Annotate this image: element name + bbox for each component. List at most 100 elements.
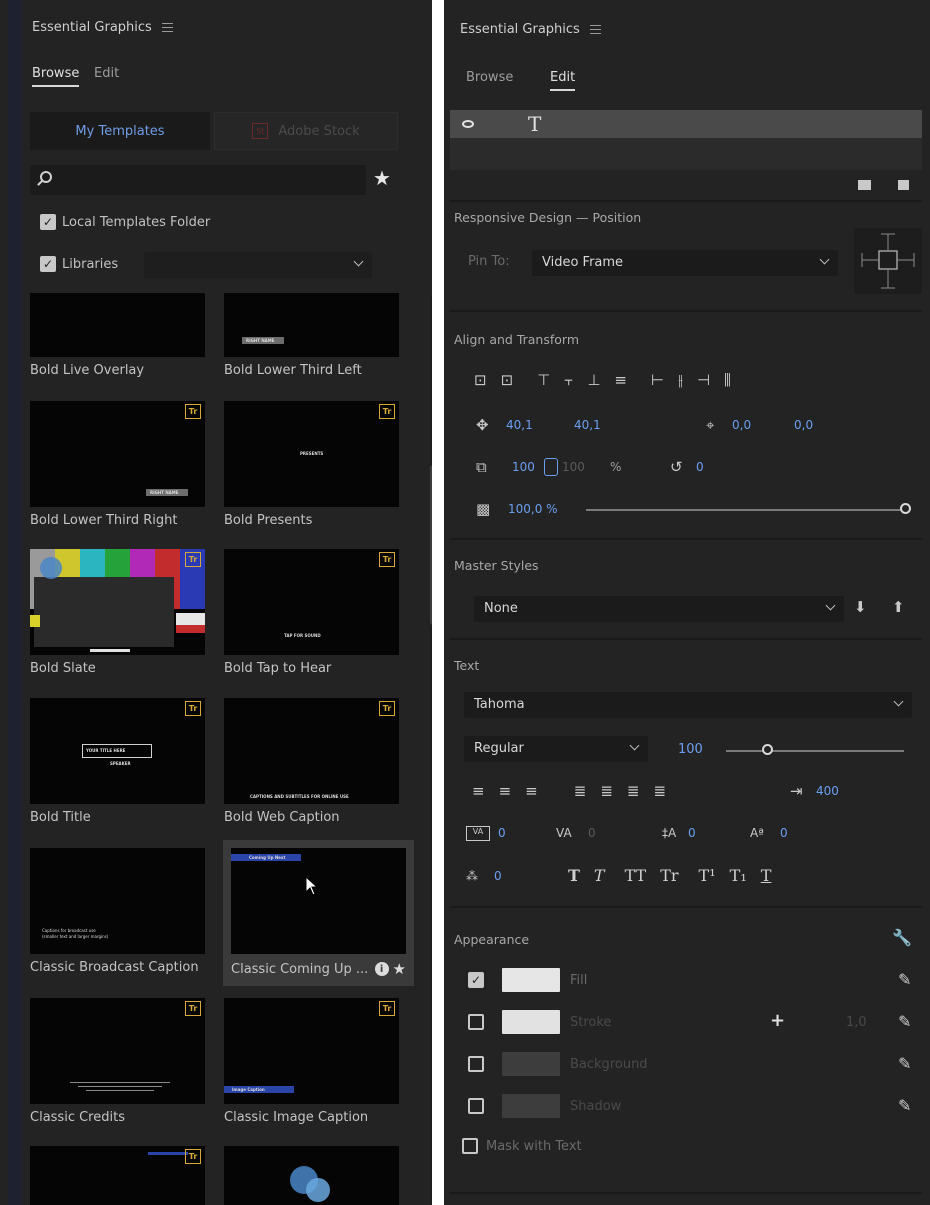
pin-position-widget[interactable] xyxy=(854,228,922,294)
libraries-checkbox[interactable]: ✓ xyxy=(40,256,56,272)
stroke-checkbox[interactable] xyxy=(468,1014,484,1030)
font-size-slider-knob[interactable] xyxy=(762,744,773,755)
template-tile[interactable]: Tr YOUR TITLE HERE SPEAKER Bold Title xyxy=(30,698,205,825)
anchor-x-value[interactable]: 0,0 xyxy=(732,418,794,432)
pin-to-dropdown[interactable]: Video Frame xyxy=(532,250,838,276)
align-left-icon[interactable]: ⊢ xyxy=(651,371,664,389)
template-tile[interactable]: Tr xyxy=(30,1146,205,1205)
mask-with-text-checkbox[interactable] xyxy=(462,1138,478,1154)
local-templates-checkbox[interactable]: ✓ xyxy=(40,214,56,230)
faux-bold-button[interactable]: T xyxy=(568,866,580,885)
local-templates-checkbox-row[interactable]: ✓ Local Templates Folder xyxy=(40,214,210,230)
template-tile[interactable] xyxy=(224,1146,399,1205)
opacity-value[interactable]: 100,0 % xyxy=(508,502,558,516)
tab-browse[interactable]: Browse xyxy=(32,66,80,87)
push-down-icon[interactable]: ⬇ xyxy=(854,598,867,616)
align-text-center-icon[interactable]: ≡ xyxy=(499,782,512,800)
master-styles-dropdown[interactable]: None xyxy=(474,596,844,622)
fill-eyedropper-icon[interactable]: ✎ xyxy=(898,970,911,989)
shadow-color-swatch[interactable] xyxy=(502,1094,560,1118)
template-tile[interactable]: Tr Image Caption Classic Image Caption xyxy=(224,998,399,1125)
leading-value[interactable]: 0 xyxy=(688,826,696,840)
underline-button[interactable]: T xyxy=(761,866,772,885)
justify-all-icon[interactable]: ≣ xyxy=(653,782,666,800)
eye-icon[interactable] xyxy=(462,120,474,128)
justify-left-icon[interactable]: ≣ xyxy=(574,782,587,800)
template-tile[interactable]: Captions for broadcast use (smaller text… xyxy=(30,848,205,975)
align-text-right-icon[interactable]: ≡ xyxy=(525,782,538,800)
align-text-left-icon[interactable]: ≡ xyxy=(472,782,485,800)
subscript-button[interactable]: T₁ xyxy=(730,866,747,885)
template-tile[interactable]: Tr Classic Credits xyxy=(30,998,205,1125)
template-tile[interactable]: Tr TAP FOR SOUND Bold Tap to Hear xyxy=(224,549,399,676)
template-tile[interactable]: Tr RIGHT NAME Bold Lower Third Right xyxy=(30,401,205,528)
stroke-width-value[interactable]: 1,0 xyxy=(846,1015,867,1030)
align-vertical-center-icon[interactable]: ⫟ xyxy=(564,371,573,389)
fill-checkbox[interactable]: ✓ xyxy=(468,972,484,988)
tab-edit[interactable]: Edit xyxy=(550,70,576,91)
superscript-button[interactable]: T¹ xyxy=(699,866,716,885)
align-vertical-center-frame-icon[interactable]: ⊡ xyxy=(474,371,487,389)
push-up-icon[interactable]: ⬆ xyxy=(892,598,905,616)
tracking-value[interactable]: 0 xyxy=(588,826,596,840)
stroke-eyedropper-icon[interactable]: ✎ xyxy=(898,1012,911,1031)
template-tile[interactable]: Tr Bold Slate xyxy=(30,549,205,676)
align-bottom-icon[interactable]: ⊥ xyxy=(587,371,600,389)
tab-width-value[interactable]: 400 xyxy=(816,784,839,798)
background-checkbox[interactable] xyxy=(468,1056,484,1072)
panel-menu-icon[interactable] xyxy=(161,23,173,32)
new-layer-icon[interactable] xyxy=(898,180,909,190)
align-horizontal-center-frame-icon[interactable]: ⊡ xyxy=(501,371,514,389)
shadow-checkbox[interactable] xyxy=(468,1098,484,1114)
background-eyedropper-icon[interactable]: ✎ xyxy=(898,1054,911,1073)
position-x-value[interactable]: 40,1 xyxy=(506,418,574,432)
adobe-stock-button[interactable]: St Adobe Stock xyxy=(214,112,398,150)
align-right-icon[interactable]: ⊣ xyxy=(697,371,710,389)
align-top-icon[interactable]: ⊤ xyxy=(537,371,550,389)
template-tile-selected[interactable]: Coming Up Next Classic Coming Up ... i ★ xyxy=(223,840,414,986)
new-layer-group-icon[interactable] xyxy=(858,180,871,190)
info-icon[interactable]: i xyxy=(374,962,389,976)
font-size-slider[interactable] xyxy=(726,750,904,752)
favorites-filter-star-icon[interactable]: ★ xyxy=(373,166,391,190)
template-tile[interactable]: RIGHT NAME Bold Lower Third Left xyxy=(224,293,399,378)
font-dropdown[interactable]: Tahoma xyxy=(464,692,912,718)
fill-color-swatch[interactable] xyxy=(502,968,560,992)
my-templates-button[interactable]: My Templates xyxy=(30,112,210,150)
tab-edit[interactable]: Edit xyxy=(94,66,119,81)
kerning-value[interactable]: 0 xyxy=(498,826,506,840)
panel-menu-icon[interactable] xyxy=(589,25,601,34)
opacity-slider-knob[interactable] xyxy=(900,503,911,514)
scale-value[interactable]: 100 xyxy=(512,460,544,474)
faux-italic-button[interactable]: T xyxy=(594,866,605,885)
add-stroke-icon[interactable]: + xyxy=(770,1010,785,1031)
libraries-dropdown[interactable] xyxy=(144,252,372,278)
anchor-y-value[interactable]: 0,0 xyxy=(794,418,813,432)
rotation-value[interactable]: 0 xyxy=(696,460,704,474)
background-color-swatch[interactable] xyxy=(502,1052,560,1076)
template-tile[interactable]: Tr CAPTIONS AND SUBTITLES FOR ONLINE USE… xyxy=(224,698,399,825)
distribute-vertical-icon[interactable]: ≡ xyxy=(614,371,627,389)
template-grid-scrollbar[interactable] xyxy=(430,295,432,1205)
justify-center-icon[interactable]: ≣ xyxy=(600,782,613,800)
scrollbar-thumb[interactable] xyxy=(430,465,432,625)
libraries-checkbox-row[interactable]: ✓ Libraries xyxy=(40,256,118,272)
opacity-slider[interactable] xyxy=(586,509,902,511)
all-caps-button[interactable]: TT xyxy=(625,866,647,885)
position-y-value[interactable]: 40,1 xyxy=(574,418,601,432)
template-tile[interactable]: Tr PRESENTS Bold Presents xyxy=(224,401,399,528)
align-horizontal-center-icon[interactable]: ⫲ xyxy=(678,371,683,389)
font-size-value[interactable]: 100 xyxy=(678,742,703,757)
search-input[interactable] xyxy=(30,165,366,195)
scale-lock-icon[interactable] xyxy=(544,458,558,476)
distribute-horizontal-icon[interactable]: ⫼ xyxy=(724,371,731,389)
small-caps-button[interactable]: Tr xyxy=(660,866,678,885)
wrench-icon[interactable]: 🔧 xyxy=(892,928,912,947)
template-tile[interactable]: Bold Live Overlay xyxy=(30,293,205,378)
tab-browse[interactable]: Browse xyxy=(466,70,513,85)
justify-right-icon[interactable]: ≣ xyxy=(627,782,640,800)
baseline-value[interactable]: 0 xyxy=(780,826,788,840)
text-layer-row[interactable]: T xyxy=(450,110,922,138)
shadow-eyedropper-icon[interactable]: ✎ xyxy=(898,1096,911,1115)
tsume-value[interactable]: 0 xyxy=(494,869,502,883)
